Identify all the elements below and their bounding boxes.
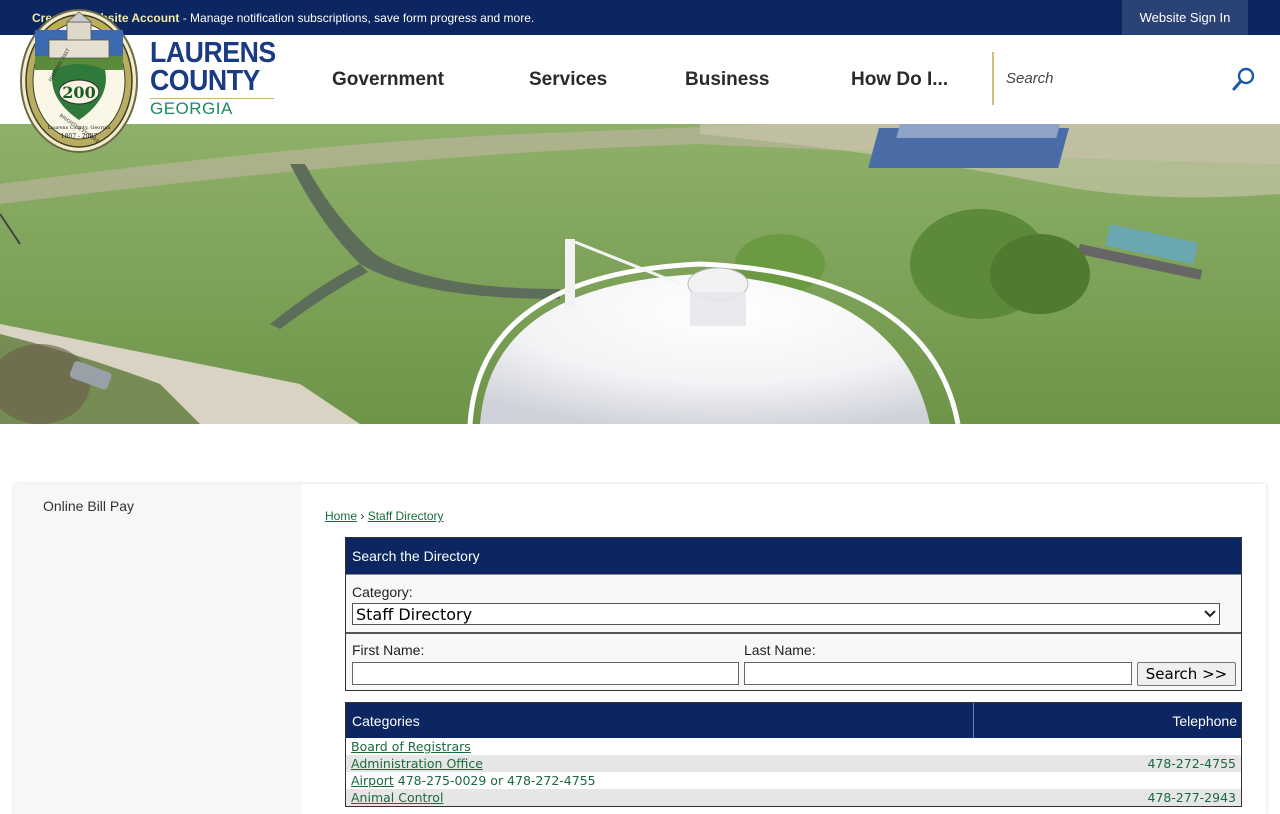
telephone-column-header: Telephone <box>1172 712 1237 729</box>
wordmark-georgia: GEORGIA <box>150 99 233 118</box>
search-button[interactable] <box>1228 63 1260 95</box>
table-row: Airport 478-275-0029 or 478-272-4755 <box>346 772 1241 789</box>
sidebar <box>14 484 302 814</box>
category-telephone: 478-277-2943 <box>1147 790 1236 805</box>
first-name-input[interactable] <box>352 662 739 685</box>
directory-search-panel: Search the Directory Category: Staff Dir… <box>345 537 1242 691</box>
notification-bar: Create a Website Account - Manage notifi… <box>0 0 1280 35</box>
county-wordmark[interactable]: LAURENS COUNTY GEORGIA <box>150 37 276 118</box>
sidebar-item-online-bill-pay[interactable]: Online Bill Pay <box>43 498 134 514</box>
category-row: Category: Staff Directory <box>346 574 1241 632</box>
directory-search-button[interactable]: Search >> <box>1137 662 1236 686</box>
directory-search-title: Search the Directory <box>346 538 1241 574</box>
category-link[interactable]: Board of Registrars <box>351 739 471 754</box>
seal-number: 200 <box>62 83 95 102</box>
last-name-label: Last Name: <box>744 642 816 658</box>
categories-table-header: Categories Telephone <box>346 703 1241 738</box>
breadcrumb-home[interactable]: Home <box>325 509 357 523</box>
website-sign-in-button[interactable]: Website Sign In <box>1122 0 1248 35</box>
search-icon <box>1232 67 1255 91</box>
search-input[interactable] <box>1000 63 1220 93</box>
category-link[interactable]: Airport <box>351 773 394 788</box>
breadcrumb-staff-directory[interactable]: Staff Directory <box>368 509 444 523</box>
table-row: Animal Control 478-277-2943 <box>346 789 1241 806</box>
category-extra: 478-275-0029 or 478-272-4755 <box>393 773 596 788</box>
nav-how-do-i[interactable]: How Do I... <box>851 35 948 124</box>
nav-government[interactable]: Government <box>332 35 444 124</box>
search-divider <box>992 52 994 105</box>
category-select-value: Staff Directory <box>356 604 473 624</box>
last-name-input[interactable] <box>744 662 1132 685</box>
county-seal-logo[interactable]: 200 Laurens County, Georgia 1807 - 2007 … <box>19 8 139 154</box>
chevron-down-icon <box>1201 610 1219 618</box>
categories-column-header: Categories <box>346 703 974 738</box>
notification-text: - Manage notification subscriptions, sav… <box>179 11 535 25</box>
nav-business[interactable]: Business <box>685 35 769 124</box>
wordmark-county: COUNTY <box>150 65 260 97</box>
categories-table: Categories Telephone Board of Registrars… <box>345 702 1242 807</box>
category-telephone: 478-272-4755 <box>1147 756 1236 771</box>
breadcrumb: Home › Staff Directory <box>325 509 444 523</box>
first-name-label: First Name: <box>352 642 425 658</box>
category-label: Category: <box>352 584 413 600</box>
site-header: LAURENS COUNTY GEORGIA Government Servic… <box>0 35 1280 124</box>
table-row: Board of Registrars <box>346 738 1241 755</box>
wordmark-laurens: LAURENS <box>150 37 276 69</box>
table-row: Administration Office 478-272-4755 <box>346 755 1241 772</box>
hero-banner-image <box>0 124 1280 424</box>
category-link[interactable]: Animal Control <box>351 790 443 805</box>
category-link[interactable]: Administration Office <box>351 756 483 771</box>
breadcrumb-separator: › <box>357 509 368 523</box>
category-select[interactable]: Staff Directory <box>352 603 1220 625</box>
nav-services[interactable]: Services <box>529 35 607 124</box>
name-search-row: First Name: Last Name: Search >> <box>346 632 1241 690</box>
